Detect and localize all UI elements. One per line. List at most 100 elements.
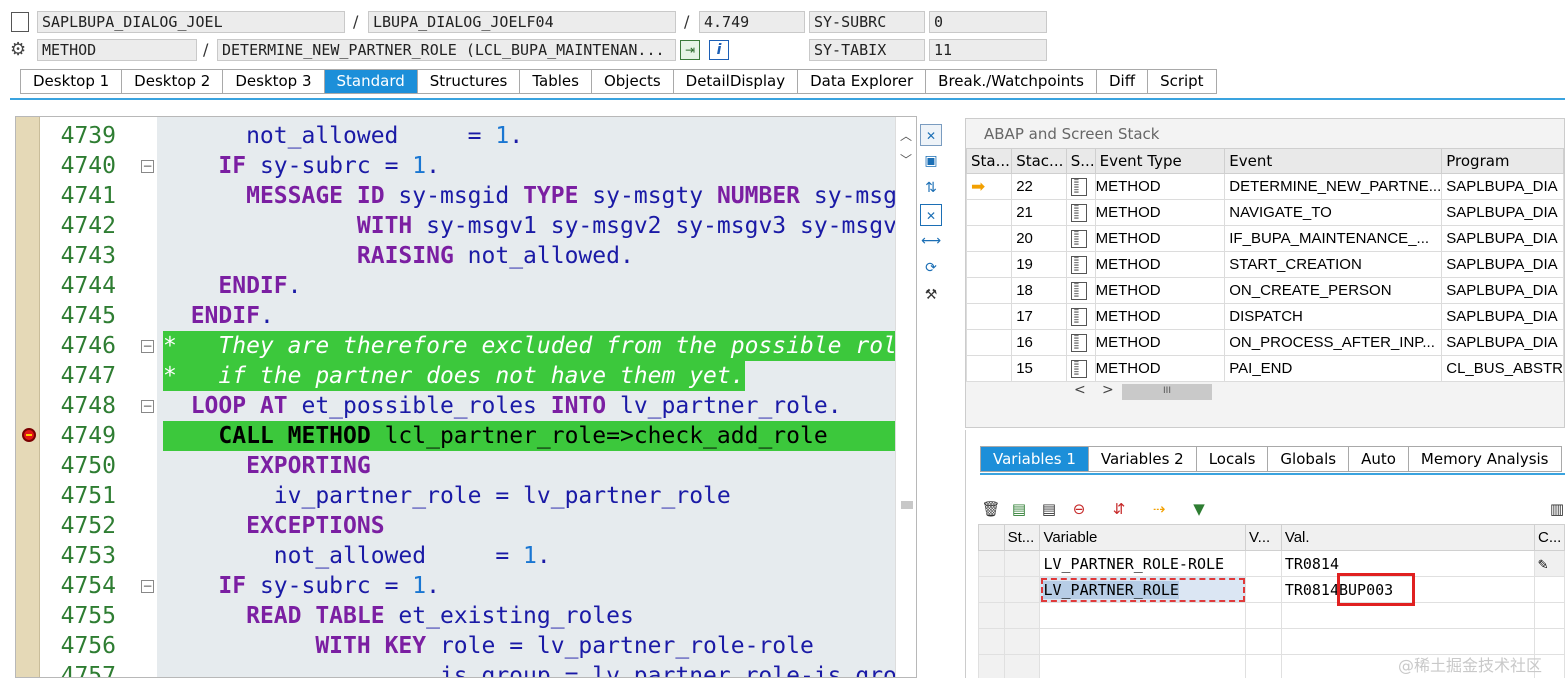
code-line[interactable]: is_group = lv_partner_role-is_group xyxy=(163,661,895,677)
code-line[interactable]: not_allowed = 1. xyxy=(163,121,895,151)
stack-row[interactable]: 15 ≡ ≡ ≡ METHOD PAI_END CL_BUS_ABSTR xyxy=(966,355,1564,382)
tab-desktop-1[interactable]: Desktop 1 xyxy=(21,70,123,93)
sy-subrc-value[interactable]: 0 xyxy=(929,11,1047,33)
scroll-up-icon[interactable]: ︿ xyxy=(900,127,912,144)
variable-name-cell[interactable] xyxy=(1039,628,1247,655)
code-line[interactable]: * They are therefore excluded from the p… xyxy=(163,331,895,361)
stack-row[interactable]: 18 ≡ ≡ ≡ METHOD ON_CREATE_PERSON SAPLBUPA_DIA xyxy=(966,277,1564,304)
scroll-left-icon[interactable]: < xyxy=(1074,382,1086,398)
code-line[interactable]: EXCEPTIONS xyxy=(163,511,895,541)
include-field[interactable]: LBUPA_DIALOG_JOELF04 xyxy=(368,11,676,33)
code-line[interactable]: IF sy-subrc = 1. xyxy=(163,151,895,181)
collapse-icon[interactable]: − xyxy=(141,400,154,413)
variable-row[interactable] xyxy=(978,628,1565,655)
tab-break-watchpoints[interactable]: Break./Watchpoints xyxy=(926,70,1097,93)
refresh-icon[interactable]: ⟳ xyxy=(920,257,942,279)
code-line[interactable]: not_allowed = 1. xyxy=(163,541,895,571)
tab-desktop-3[interactable]: Desktop 3 xyxy=(223,70,325,93)
code-line[interactable]: * if the partner does not have them yet. xyxy=(163,361,745,391)
source-editor[interactable]: 4739 not_allowed = 1. 4740 − IF sy-subrc =… xyxy=(15,116,917,678)
stack-column-header[interactable]: Event Type xyxy=(1094,148,1226,174)
code-line[interactable]: MESSAGE ID sy-msgid TYPE sy-msgty NUMBER… xyxy=(163,181,895,211)
breakpoint-icon[interactable] xyxy=(22,428,36,442)
variable-column-header[interactable]: V... xyxy=(1245,524,1282,551)
stack-row[interactable]: 20 ≡ ≡ ≡ METHOD IF_BUPA_MAINTENANCE_... SAPLBU… xyxy=(966,225,1564,252)
variable-name-cell[interactable]: LV_PARTNER_ROLE-ROLE xyxy=(1039,550,1247,577)
delete-icon[interactable]: 🗑 xyxy=(980,498,1002,520)
variable-column-header[interactable]: C... xyxy=(1534,524,1565,551)
horizontal-scroll-thumb[interactable]: III xyxy=(1122,384,1212,400)
stack-row[interactable]: 19 ≡ ≡ ≡ METHOD START_CREATION SAPLBUPA_DIA xyxy=(966,251,1564,278)
scroll-down-icon[interactable]: ﹀ xyxy=(900,151,912,168)
event-type-field[interactable]: METHOD xyxy=(37,39,197,61)
stack-column-header[interactable]: Event xyxy=(1224,148,1443,174)
code-line[interactable]: ENDIF. xyxy=(163,301,895,331)
tab-structures[interactable]: Structures xyxy=(418,70,521,93)
stack-row[interactable]: ➡ 22 ≡ ≡ ≡ METHOD DETERMINE_NEW_PARTNE... SAPLB… xyxy=(966,173,1564,200)
tab-objects[interactable]: Objects xyxy=(592,70,674,93)
variable-row[interactable] xyxy=(978,602,1565,629)
navigate-icon[interactable]: ⇥ xyxy=(680,40,700,60)
export-icon[interactable]: ▼ xyxy=(1188,498,1210,520)
maximize-icon[interactable]: ✕ xyxy=(920,204,942,226)
stack-row[interactable]: 16 ≡ ≡ ≡ METHOD ON_PROCESS_AFTER_INP... SAPLBU… xyxy=(966,329,1564,356)
variable-name-cell[interactable]: LV_PARTNER_ROLE xyxy=(1039,576,1247,603)
tab-detaildisplay[interactable]: DetailDisplay xyxy=(674,70,799,93)
collapse-icon[interactable]: − xyxy=(141,160,154,173)
variable-name-cell[interactable] xyxy=(1039,654,1247,678)
tab-auto[interactable]: Auto xyxy=(1349,447,1409,471)
sort-icon[interactable]: ⇵ xyxy=(1108,498,1130,520)
variable-column-header[interactable]: St... xyxy=(1003,524,1041,551)
insert-variable-icon[interactable]: ▤ xyxy=(1008,498,1030,520)
tab-variables-1[interactable]: Variables 1 xyxy=(981,447,1089,471)
value-cell[interactable] xyxy=(1280,602,1536,629)
resize-horizontal-icon[interactable]: ⟷ xyxy=(920,230,942,252)
stack-column-header[interactable]: Program xyxy=(1441,148,1564,174)
tab-desktop-2[interactable]: Desktop 2 xyxy=(122,70,224,93)
line-field[interactable]: 4.749 xyxy=(699,11,805,33)
variable-column-header[interactable]: Variable xyxy=(1039,524,1247,551)
stack-row[interactable]: 17 ≡ ≡ ≡ METHOD DISPATCH SAPLBUPA_DIA xyxy=(966,303,1564,330)
scroll-thumb[interactable] xyxy=(901,501,913,509)
sy-tabix-value[interactable]: 11 xyxy=(929,39,1047,61)
transfer-icon[interactable]: ⇢ xyxy=(1148,498,1170,520)
tab-locals[interactable]: Locals xyxy=(1197,447,1269,471)
tab-memory-analysis[interactable]: Memory Analysis xyxy=(1409,447,1562,471)
code-line[interactable]: iv_partner_role = lv_partner_role xyxy=(163,481,895,511)
new-window-icon[interactable]: ▣ xyxy=(920,150,942,172)
copy-variable-icon[interactable]: ▤ xyxy=(1038,498,1060,520)
code-line[interactable]: RAISING not_allowed. xyxy=(163,241,895,271)
variable-name-cell[interactable] xyxy=(1039,602,1247,629)
info-icon[interactable]: i xyxy=(709,40,729,60)
collapse-icon[interactable]: − xyxy=(141,580,154,593)
variable-column-header[interactable]: Val. xyxy=(1280,524,1536,551)
breakpoint-gutter[interactable] xyxy=(16,117,40,677)
stack-column-header[interactable]: Sta... xyxy=(966,148,1013,174)
tab-standard[interactable]: Standard xyxy=(324,70,418,93)
code-line[interactable]: LOOP AT et_possible_roles INTO lv_partne… xyxy=(163,391,895,421)
tab-globals[interactable]: Globals xyxy=(1268,447,1350,471)
close-editor-icon[interactable]: ✕ xyxy=(920,124,942,146)
tab-data-explorer[interactable]: Data Explorer xyxy=(798,70,927,93)
code-line[interactable]: EXPORTING xyxy=(163,451,895,481)
collapse-icon[interactable]: − xyxy=(141,340,154,353)
tab-variables-2[interactable]: Variables 2 xyxy=(1089,447,1197,471)
stack-row[interactable]: 21 ≡ ≡ ≡ METHOD NAVIGATE_TO SAPLBUPA_DIA xyxy=(966,199,1564,226)
code-line[interactable]: ENDIF. xyxy=(163,271,895,301)
selected-variable-name[interactable]: LV_PARTNER_ROLE xyxy=(1043,580,1179,599)
tab-tables[interactable]: Tables xyxy=(520,70,592,93)
save-icon[interactable]: ▥ xyxy=(1546,498,1565,520)
value-cell[interactable] xyxy=(1280,628,1536,655)
edit-pencil-icon[interactable]: ✎ xyxy=(1538,554,1548,573)
remove-variable-icon[interactable]: ⊖ xyxy=(1068,498,1090,520)
code-line[interactable]: CALL METHOD lcl_partner_role=>check_add_… xyxy=(163,421,895,451)
code-line[interactable]: IF sy-subrc = 1. xyxy=(163,571,895,601)
scroll-right-icon[interactable]: > xyxy=(1102,382,1114,398)
code-line[interactable]: READ TABLE et_existing_roles xyxy=(163,601,895,631)
tab-script[interactable]: Script xyxy=(1148,70,1217,93)
variable-row[interactable]: LV_PARTNER_ROLE TR0814BUP003 xyxy=(978,576,1565,603)
tab-diff[interactable]: Diff xyxy=(1097,70,1149,93)
program-field[interactable]: SAPLBUPA_DIALOG_JOEL xyxy=(37,11,345,33)
stack-column-header[interactable]: Stac... xyxy=(1011,148,1067,174)
code-line[interactable]: WITH KEY role = lv_partner_role-role xyxy=(163,631,895,661)
